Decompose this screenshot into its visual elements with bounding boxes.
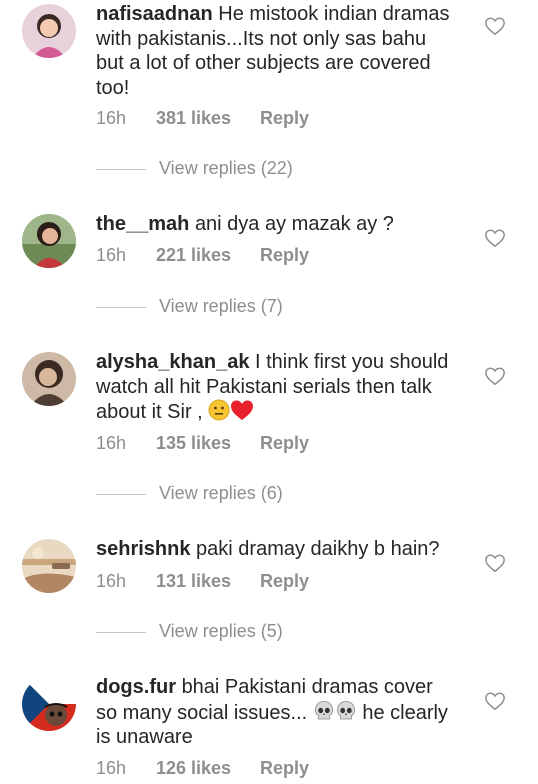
comment-text: sehrishnk paki dramay daikhy b hain? [96, 537, 456, 562]
divider-line [96, 632, 146, 633]
view-replies-label: View replies (7) [159, 296, 283, 316]
comment-text: nafisaadnan He mistook indian dramas wit… [96, 2, 456, 100]
comment-text: dogs.fur bhai Pakistani dramas cover so … [96, 675, 456, 750]
comment-time: 16h [96, 245, 127, 265]
heart-outline-icon[interactable] [484, 690, 506, 712]
skull-emoji [336, 700, 355, 719]
comment-text: alysha_khan_ak I think first you should … [96, 350, 456, 425]
comment-time: 16h [96, 758, 127, 778]
divider-line [96, 494, 146, 495]
user-avatar[interactable] [22, 352, 76, 406]
red-heart-emoji [231, 400, 254, 420]
reply-button[interactable]: Reply [260, 108, 309, 129]
divider-line [96, 307, 146, 308]
comment-text: the__mah ani dya ay mazak ay ? [96, 212, 456, 237]
heart-outline-icon[interactable] [484, 365, 506, 387]
comment-time: 16h [96, 433, 127, 453]
comment-username[interactable]: the__mah [96, 213, 189, 235]
user-avatar[interactable] [22, 539, 76, 593]
view-replies-label: View replies (22) [159, 158, 293, 178]
likes-count[interactable]: 131 likes [156, 571, 260, 592]
heart-outline-icon[interactable] [484, 227, 506, 249]
comment-meta: 16h 135 likes Reply [96, 433, 309, 454]
likes-count[interactable]: 126 likes [156, 758, 260, 779]
likes-count[interactable]: 381 likes [156, 108, 260, 129]
skull-emoji [314, 700, 333, 719]
user-avatar[interactable] [22, 677, 76, 731]
comment-meta: 16h 126 likes Reply [96, 758, 309, 779]
divider-line [96, 169, 146, 170]
comment-username[interactable]: dogs.fur [96, 676, 176, 698]
reply-button[interactable]: Reply [260, 758, 309, 779]
comment-body: paki dramay daikhy b hain? [196, 538, 440, 560]
heart-outline-icon[interactable] [484, 15, 506, 37]
likes-count[interactable]: 221 likes [156, 245, 260, 266]
user-avatar[interactable] [22, 4, 76, 58]
user-avatar[interactable] [22, 214, 76, 268]
heart-outline-icon[interactable] [484, 552, 506, 574]
comment-time: 16h [96, 108, 127, 128]
comment-username[interactable]: sehrishnk [96, 538, 190, 560]
likes-count[interactable]: 135 likes [156, 433, 260, 454]
comment-body: ani dya ay mazak ay ? [194, 213, 394, 235]
comment-meta: 16h 221 likes Reply [96, 245, 309, 266]
comment-time: 16h [96, 571, 127, 591]
reply-button[interactable]: Reply [260, 571, 309, 592]
comment-meta: 16h 381 likes Reply [96, 108, 309, 129]
reply-button[interactable]: Reply [260, 433, 309, 454]
reply-button[interactable]: Reply [260, 245, 309, 266]
comment-username[interactable]: alysha_khan_ak [96, 351, 249, 373]
view-replies-label: View replies (5) [159, 621, 283, 641]
comment-username[interactable]: nafisaadnan [96, 3, 213, 25]
neutral-face-emoji [208, 399, 230, 421]
view-replies-label: View replies (6) [159, 483, 283, 503]
comment-meta: 16h 131 likes Reply [96, 571, 309, 592]
